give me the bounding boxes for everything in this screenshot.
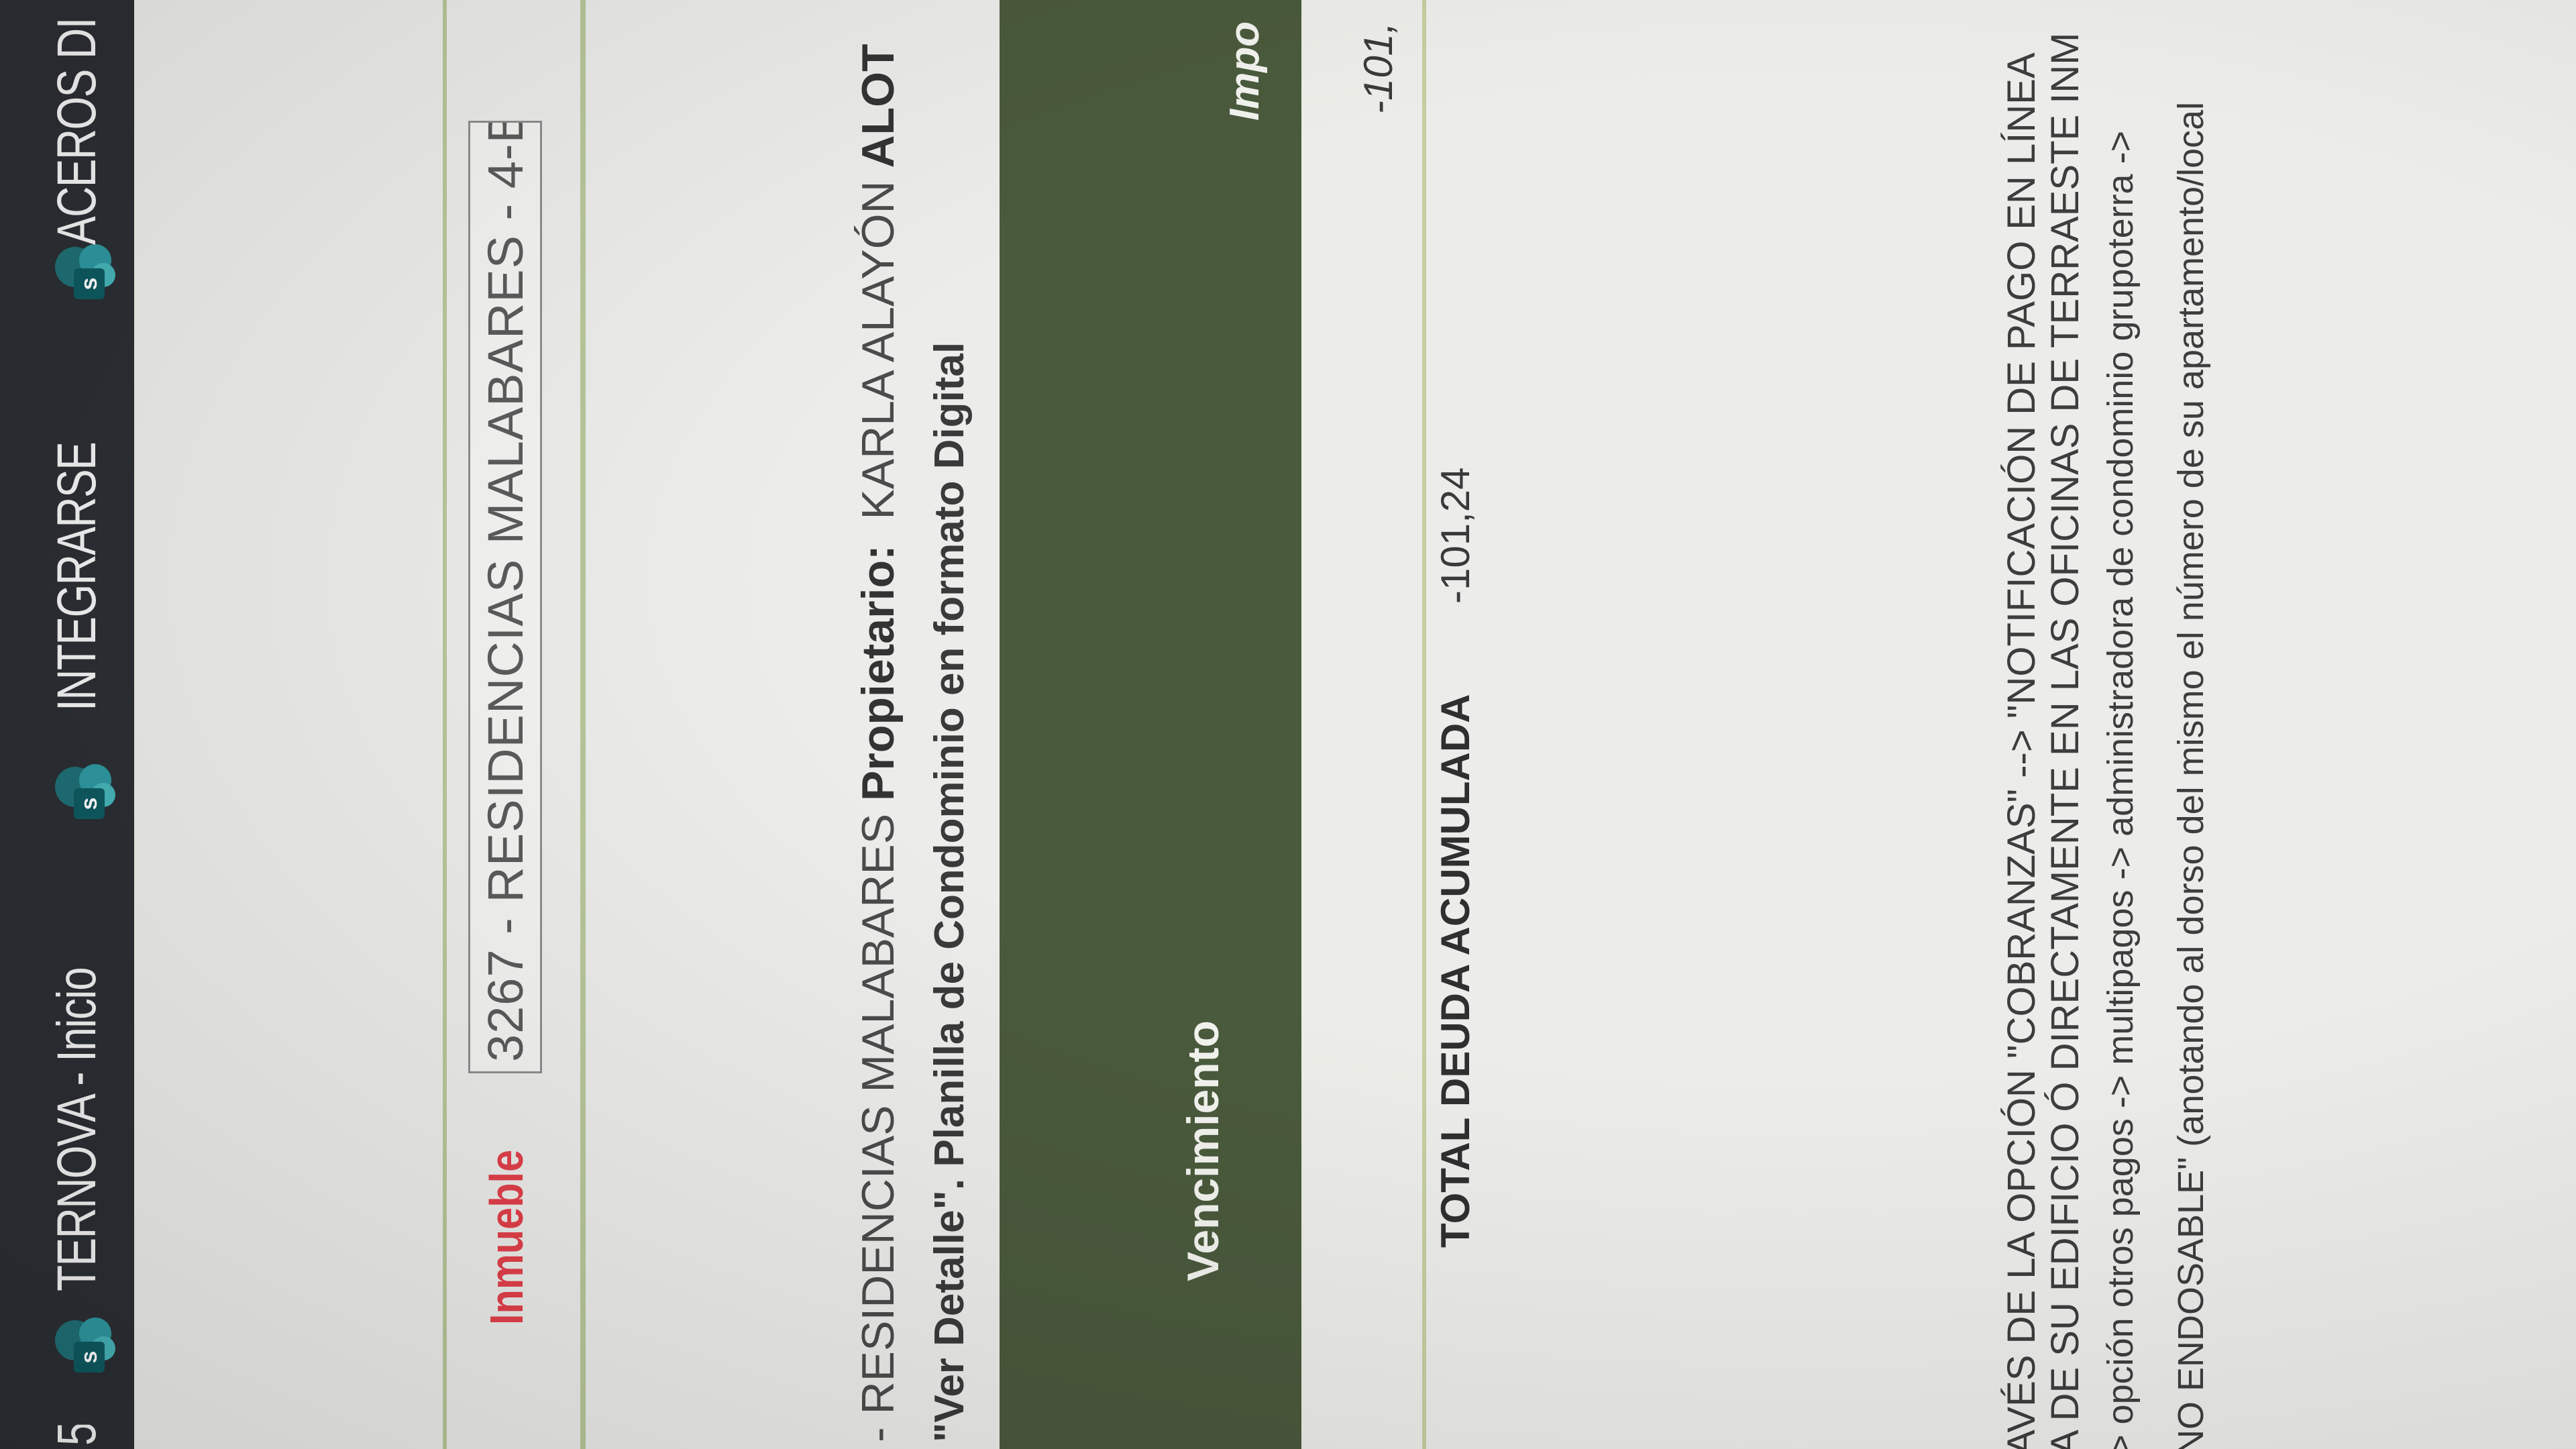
sharepoint-icon: s	[55, 1318, 115, 1373]
owner-name-bold: ALOT	[853, 44, 904, 168]
instruction-line: NO ENDOSABLE" (anotando al dorso del mis…	[2171, 101, 2211, 1449]
sharepoint-icon: s	[55, 244, 115, 299]
property-select[interactable]: 3267 - RESIDENCIAS MALABARES - 4-B2	[468, 121, 542, 1073]
divider	[443, 0, 447, 1449]
column-header-importe: Impo	[1222, 21, 1268, 121]
property-label: Inmueble	[480, 1149, 533, 1325]
page-content: Inmueble 3267 - RESIDENCIAS MALABARES - …	[134, 0, 2576, 1449]
instruction-line: A DE SU EDIFICIO Ó DIRECTAMENTE EN LAS O…	[2043, 32, 2087, 1449]
bookmark-aceros[interactable]: ACEROS DI	[46, 18, 107, 245]
bookmark-ternova-inicio[interactable]: TERNOVA - Inicio	[46, 968, 107, 1291]
divider	[580, 0, 586, 1449]
bookmark-partial[interactable]: 5	[47, 1425, 107, 1446]
instruction-line: > opción otros pagos -> multipagos -> ad…	[2100, 130, 2141, 1449]
condominium-name: - RESIDENCIAS MALABARES	[853, 800, 904, 1442]
table-row	[1301, 0, 1422, 1449]
debt-table-header: Vencimiento Impo	[1000, 0, 1301, 1449]
svg-text:s: s	[76, 798, 102, 810]
row-border	[1422, 0, 1426, 1449]
detail-instructions: "Ver Detalle". Planilla de Condominio en…	[926, 341, 973, 1442]
photo-scene: 5 s TERNOVA - Inicio s INTEGRARSE s ACER…	[0, 0, 2576, 1449]
owner-label: Propietario:	[853, 545, 904, 801]
row-amount: -101,	[1356, 22, 1401, 114]
svg-text:s: s	[76, 1351, 102, 1364]
total-debt-label: TOTAL DEUDA ACUMULADA	[1433, 694, 1478, 1248]
sharepoint-icon: s	[55, 764, 115, 819]
instruction-line: AVÉS DE LA OPCIÓN "COBRANZAS" --> "NOTIF…	[2000, 52, 2043, 1449]
owner-name: KARLA ALAYÓN	[853, 168, 904, 520]
column-header-vencimiento: Vencimiento	[1178, 1020, 1228, 1281]
svg-text:s: s	[76, 278, 102, 290]
bookmarks-bar: 5 s TERNOVA - Inicio s INTEGRARSE s ACER…	[0, 0, 134, 1449]
total-debt-value: -101,24	[1433, 467, 1478, 604]
bookmark-integrarse[interactable]: INTEGRARSE	[46, 443, 107, 711]
owner-line: - RESIDENCIAS MALABARES Propietario: KAR…	[852, 44, 904, 1442]
